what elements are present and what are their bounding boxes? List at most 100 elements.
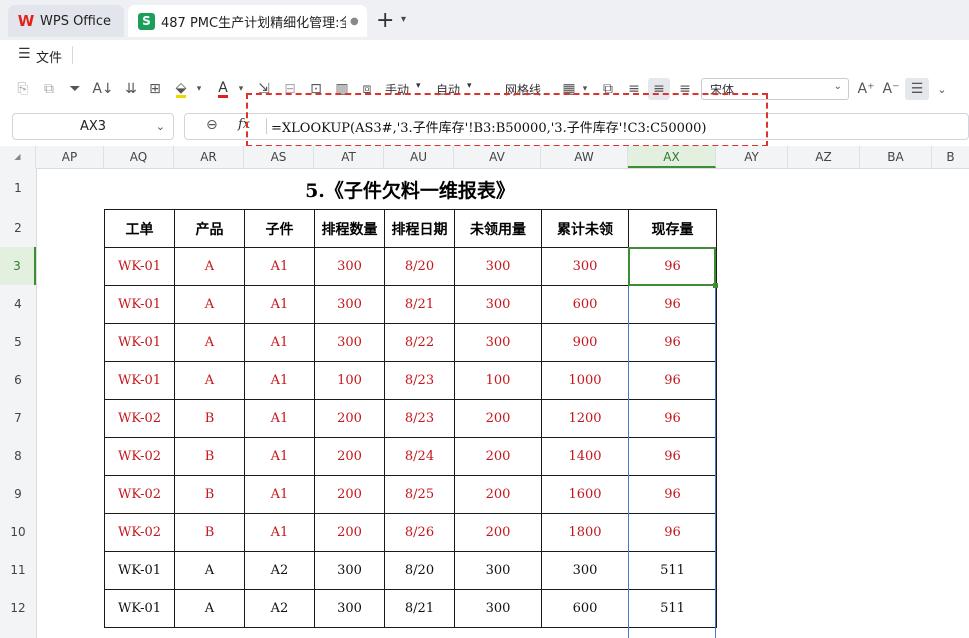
- cell-scheduled-qty[interactable]: 200: [314, 437, 385, 476]
- cell-scheduled-date[interactable]: 8/22: [384, 323, 455, 362]
- cell-unissued-qty[interactable]: 300: [454, 551, 542, 590]
- cell-product[interactable]: B: [174, 437, 245, 476]
- cell-cumulative-unissued[interactable]: 1600: [541, 475, 629, 514]
- column-header-aq[interactable]: AQ: [104, 146, 174, 168]
- cell-scheduled-date[interactable]: 8/25: [384, 475, 455, 514]
- copy-format-icon[interactable]: ⧉: [38, 78, 60, 100]
- row-header-11[interactable]: 11: [0, 551, 36, 589]
- cell-cumulative-unissued[interactable]: 1000: [541, 361, 629, 400]
- borders-icon[interactable]: ⊞: [144, 78, 166, 100]
- cell-component[interactable]: A2: [244, 551, 315, 590]
- column-header-au[interactable]: AU: [384, 146, 454, 168]
- cell-product[interactable]: A: [174, 285, 245, 324]
- cell-component[interactable]: A1: [244, 247, 315, 286]
- wrap-manual-dropdown-icon[interactable]: ▾: [416, 81, 421, 91]
- cell-unissued-qty[interactable]: 300: [454, 589, 542, 628]
- menu-file[interactable]: 文件: [36, 47, 62, 66]
- paste-icon[interactable]: ⎘: [12, 78, 34, 100]
- font-color-icon[interactable]: A: [212, 78, 234, 100]
- cell-unissued-qty[interactable]: 100: [454, 361, 542, 400]
- cell-product[interactable]: A: [174, 551, 245, 590]
- row-header-7[interactable]: 7: [0, 399, 36, 437]
- cell-scheduled-date[interactable]: 8/21: [384, 589, 455, 628]
- font-dropdown-icon[interactable]: ⌄: [834, 81, 842, 92]
- header-cell-product[interactable]: 产品: [174, 209, 245, 248]
- row-header-3[interactable]: 3: [0, 247, 36, 285]
- cell-unissued-qty[interactable]: 200: [454, 399, 542, 438]
- cell-cumulative-unissued[interactable]: 600: [541, 589, 629, 628]
- cell-scheduled-date[interactable]: 8/23: [384, 399, 455, 438]
- cell-scheduled-qty[interactable]: 300: [314, 589, 385, 628]
- cell-product[interactable]: A: [174, 247, 245, 286]
- cell-product[interactable]: A: [174, 323, 245, 362]
- cell-work-order[interactable]: WK-02: [104, 475, 175, 514]
- paragraph-align-icon[interactable]: ☰: [905, 78, 929, 100]
- cell-product[interactable]: A: [174, 589, 245, 628]
- fill-color-icon[interactable]: ⬙: [170, 78, 192, 100]
- cell-work-order[interactable]: WK-02: [104, 399, 175, 438]
- name-box[interactable]: AX3 ⌄: [12, 113, 174, 140]
- column-header-ap[interactable]: AP: [36, 146, 104, 168]
- cell-component[interactable]: A1: [244, 323, 315, 362]
- cell-scheduled-qty[interactable]: 100: [314, 361, 385, 400]
- column-header-at[interactable]: AT: [314, 146, 384, 168]
- cell-scheduled-qty[interactable]: 200: [314, 399, 385, 438]
- fill-color-dropdown-icon[interactable]: ▾: [194, 78, 204, 100]
- cell-cumulative-unissued[interactable]: 1200: [541, 399, 629, 438]
- cell-unissued-qty[interactable]: 300: [454, 247, 542, 286]
- row-header-4[interactable]: 4: [0, 285, 36, 323]
- cell-component[interactable]: A1: [244, 437, 315, 476]
- cell-unissued-qty[interactable]: 200: [454, 513, 542, 552]
- sheet-title[interactable]: 5.《子件欠料一维报表》: [245, 176, 575, 203]
- cell-work-order[interactable]: WK-02: [104, 437, 175, 476]
- cell-product[interactable]: B: [174, 513, 245, 552]
- cell-cumulative-unissued[interactable]: 900: [541, 323, 629, 362]
- cell-unissued-qty[interactable]: 300: [454, 285, 542, 324]
- header-cell-unissued-qty[interactable]: 未领用量: [454, 209, 542, 248]
- cell-work-order[interactable]: WK-01: [104, 323, 175, 362]
- fill-handle[interactable]: [713, 283, 718, 288]
- header-cell-cumulative-unissued[interactable]: 累计未领: [541, 209, 629, 248]
- header-cell-scheduled-date[interactable]: 排程日期: [384, 209, 455, 248]
- cell-cumulative-unissued[interactable]: 1800: [541, 513, 629, 552]
- column-header-ay[interactable]: AY: [716, 146, 788, 168]
- wrap-auto-dropdown-icon[interactable]: ▾: [467, 81, 472, 91]
- header-cell-stock-qty[interactable]: 现存量: [628, 209, 717, 248]
- row-header-9[interactable]: 9: [0, 475, 36, 513]
- header-cell-component[interactable]: 子件: [244, 209, 315, 248]
- cell-component[interactable]: A1: [244, 475, 315, 514]
- cell-cumulative-unissued[interactable]: 300: [541, 247, 629, 286]
- sort-descending-icon[interactable]: ⇊: [118, 78, 144, 100]
- cell-scheduled-date[interactable]: 8/23: [384, 361, 455, 400]
- cell-work-order[interactable]: WK-02: [104, 513, 175, 552]
- cell-unissued-qty[interactable]: 300: [454, 323, 542, 362]
- toolbar-more-icon[interactable]: ⌄: [934, 78, 950, 100]
- chevron-down-icon[interactable]: ▾: [401, 14, 406, 25]
- row-header-5[interactable]: 5: [0, 323, 36, 361]
- font-color-dropdown-icon[interactable]: ▾: [236, 78, 246, 100]
- cell-cumulative-unissued[interactable]: 600: [541, 285, 629, 324]
- cell-component[interactable]: A1: [244, 399, 315, 438]
- cell-scheduled-date[interactable]: 8/20: [384, 551, 455, 590]
- header-cell-scheduled-qty[interactable]: 排程数量: [314, 209, 385, 248]
- row-header-8[interactable]: 8: [0, 437, 36, 475]
- column-header-aw[interactable]: AW: [541, 146, 628, 168]
- column-header-ar[interactable]: AR: [174, 146, 244, 168]
- cell-component[interactable]: A2: [244, 589, 315, 628]
- cell-work-order[interactable]: WK-01: [104, 285, 175, 324]
- cell-scheduled-date[interactable]: 8/26: [384, 513, 455, 552]
- cell-work-order[interactable]: WK-01: [104, 361, 175, 400]
- cell-scheduled-qty[interactable]: 300: [314, 551, 385, 590]
- column-header-ax[interactable]: AX: [628, 146, 716, 168]
- header-cell-work-order[interactable]: 工单: [104, 209, 175, 248]
- sort-ascending-icon[interactable]: A↓: [90, 78, 116, 100]
- cell-cumulative-unissued[interactable]: 300: [541, 551, 629, 590]
- row-header-10[interactable]: 10: [0, 513, 36, 551]
- cell-component[interactable]: A1: [244, 285, 315, 324]
- cell-component[interactable]: A1: [244, 513, 315, 552]
- row-header-6[interactable]: 6: [0, 361, 36, 399]
- filter-icon[interactable]: ⏷: [64, 78, 86, 100]
- cell-scheduled-qty[interactable]: 300: [314, 323, 385, 362]
- row-header-1[interactable]: 1: [0, 168, 36, 209]
- tab-document[interactable]: S 487 PMC生产计划精细化管理:全 ●: [128, 5, 367, 37]
